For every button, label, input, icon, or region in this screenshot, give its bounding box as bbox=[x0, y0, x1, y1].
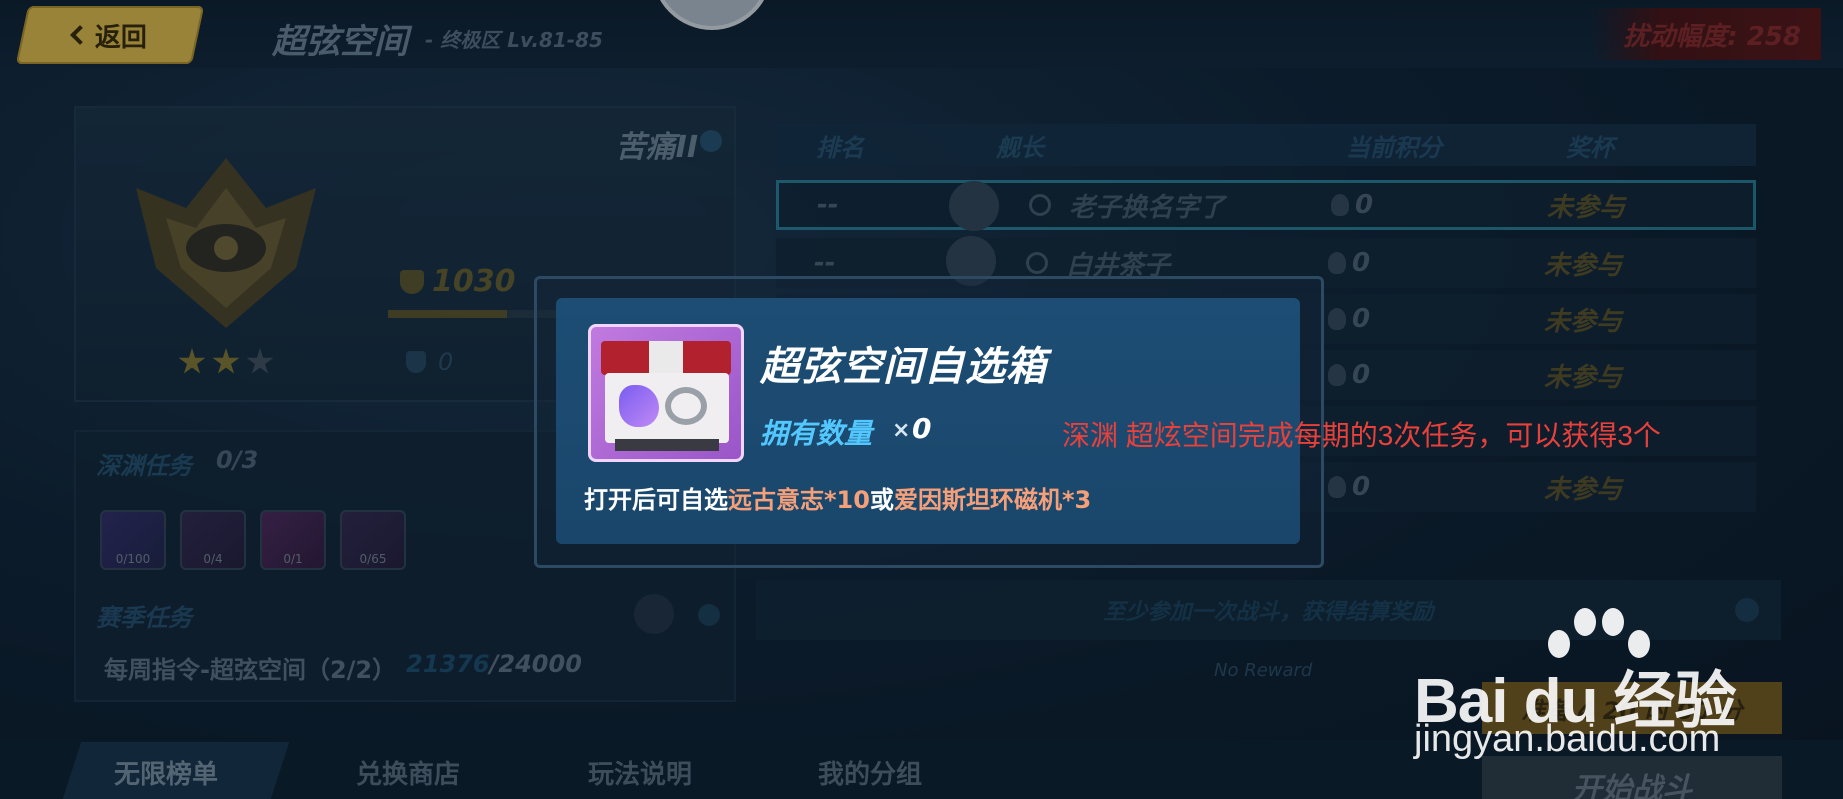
desc-prefix: 打开后可自选 bbox=[584, 486, 728, 514]
box-lid-stripe bbox=[649, 341, 683, 375]
selection-box-icon bbox=[588, 324, 744, 462]
watermark-url: jingyan.baidu.com bbox=[1414, 718, 1721, 760]
baidu-watermark: Bai du 经验 jingyan.baidu.com bbox=[1414, 604, 1746, 764]
paw-pad bbox=[1602, 608, 1624, 636]
owned-value: 0 bbox=[912, 412, 932, 445]
desc-or: 或 bbox=[869, 486, 894, 514]
desc-item-1: 远古意志*10 bbox=[728, 486, 870, 514]
owned-label: 拥有数量 bbox=[760, 417, 873, 450]
ring-icon bbox=[665, 387, 707, 425]
modal-description: 打开后可自选远古意志*10或爱因斯坦环磁机*3 bbox=[584, 480, 1091, 515]
desc-item-2: 爱因斯坦环磁机*3 bbox=[893, 486, 1092, 514]
paw-pad bbox=[1574, 608, 1596, 636]
annotation-text: 深渊 超炫空间完成每期的3次任务，可以获得3个 bbox=[1062, 420, 1661, 451]
box-base bbox=[615, 439, 719, 451]
modal-title: 超弦空间自选箱 bbox=[760, 344, 1047, 390]
owned-multiplier: × bbox=[892, 418, 911, 443]
gem-icon bbox=[619, 385, 659, 427]
